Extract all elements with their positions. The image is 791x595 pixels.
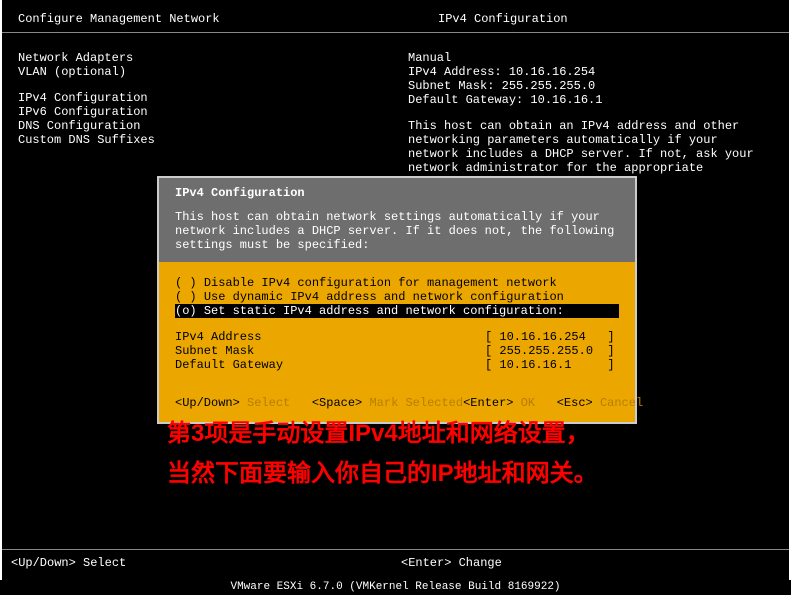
field-subnet-mask: Subnet Mask [ 255.255.255.0 ] — [175, 344, 619, 358]
content-area: Network Adapters VLAN (optional) IPv4 Co… — [2, 33, 789, 189]
annotation-line-1: 第3项是手动设置IPv4地址和网络设置， — [167, 414, 598, 454]
annotation-overlay: 第3项是手动设置IPv4地址和网络设置， 当然下面要输入你自己的IP地址和网关。 — [167, 414, 598, 494]
option-dynamic-ipv4[interactable]: ( ) Use dynamic IPv4 address and network… — [175, 290, 619, 304]
menu-item-dns-suffixes[interactable]: Custom DNS Suffixes — [18, 133, 408, 147]
status-bar: VMware ESXi 6.7.0 (VMKernel Release Buil… — [0, 580, 791, 595]
option-label: Set static IPv4 address and network conf… — [204, 304, 564, 318]
dialog-header: IPv4 Configuration This host can obtain … — [159, 178, 635, 262]
menu-item-ipv4[interactable]: IPv4 Configuration — [18, 91, 408, 105]
menu-item-ipv6[interactable]: IPv6 Configuration — [18, 105, 408, 119]
hint-action: Cancel — [600, 396, 643, 410]
hint-action: Mark Selected — [369, 396, 463, 410]
menu-spacer — [18, 79, 408, 91]
hint-key: <Esc> — [557, 396, 593, 410]
static-fields: IPv4 Address [ 10.16.16.254 ] Subnet Mas… — [175, 330, 619, 372]
subnet-mask-input[interactable]: [ 255.255.255.0 ] — [485, 344, 615, 358]
dialog-body: ( ) Disable IPv4 configuration for manag… — [159, 262, 635, 422]
info-ipv4-address: IPv4 Address: 10.16.16.254 — [408, 65, 773, 79]
radio-mark: ( ) — [175, 290, 197, 304]
menu-column: Network Adapters VLAN (optional) IPv4 Co… — [18, 51, 408, 189]
radio-mark: (o) — [175, 304, 197, 318]
esxi-console: Configure Management Network IPv4 Config… — [0, 0, 791, 580]
hint-action: Select — [247, 396, 290, 410]
dialog-hints: <Up/Down> Select <Space> Mark Selected <… — [175, 396, 619, 410]
dialog-description: This host can obtain network settings au… — [175, 210, 619, 252]
hint-key: <Space> — [312, 396, 362, 410]
radio-mark: ( ) — [175, 276, 197, 290]
footer-hint-select: <Up/Down> Select — [11, 556, 401, 570]
option-label: Use dynamic IPv4 address and network con… — [204, 290, 564, 304]
info-mode: Manual — [408, 51, 773, 65]
menu-item-vlan[interactable]: VLAN (optional) — [18, 65, 408, 79]
ipv4-address-input[interactable]: [ 10.16.16.254 ] — [485, 330, 615, 344]
hint-action: OK — [521, 396, 535, 410]
ipv4-config-dialog: IPv4 Configuration This host can obtain … — [157, 176, 637, 424]
field-label: IPv4 Address — [175, 330, 485, 344]
option-label: Disable IPv4 configuration for managemen… — [204, 276, 557, 290]
hint-key: <Up/Down> — [175, 396, 240, 410]
info-subnet-mask: Subnet Mask: 255.255.255.0 — [408, 79, 773, 93]
menu-item-dns[interactable]: DNS Configuration — [18, 119, 408, 133]
default-gateway-input[interactable]: [ 10.16.16.1 ] — [485, 358, 615, 372]
header-bar: Configure Management Network IPv4 Config… — [2, 0, 789, 33]
option-static-ipv4[interactable]: (o) Set static IPv4 address and network … — [175, 304, 619, 318]
hint-right: <Enter> OK <Esc> Cancel — [463, 396, 643, 410]
page-title-left: Configure Management Network — [18, 12, 438, 26]
menu-item-network-adapters[interactable]: Network Adapters — [18, 51, 408, 65]
field-default-gateway: Default Gateway [ 10.16.16.1 ] — [175, 358, 619, 372]
field-ipv4-address: IPv4 Address [ 10.16.16.254 ] — [175, 330, 619, 344]
info-default-gateway: Default Gateway: 10.16.16.1 — [408, 93, 773, 107]
dialog-title: IPv4 Configuration — [175, 186, 619, 200]
hint-left: <Up/Down> Select <Space> Mark Selected — [175, 396, 463, 410]
field-label: Subnet Mask — [175, 344, 485, 358]
field-label: Default Gateway — [175, 358, 485, 372]
page-title-right: IPv4 Configuration — [438, 12, 773, 26]
annotation-line-2: 当然下面要输入你自己的IP地址和网关。 — [167, 454, 598, 494]
footer-hint-change: <Enter> Change — [401, 556, 780, 570]
info-column: Manual IPv4 Address: 10.16.16.254 Subnet… — [408, 51, 773, 189]
hint-key: <Enter> — [463, 396, 513, 410]
footer-hints: <Up/Down> Select <Enter> Change — [2, 549, 789, 580]
option-disable-ipv4[interactable]: ( ) Disable IPv4 configuration for manag… — [175, 276, 619, 290]
